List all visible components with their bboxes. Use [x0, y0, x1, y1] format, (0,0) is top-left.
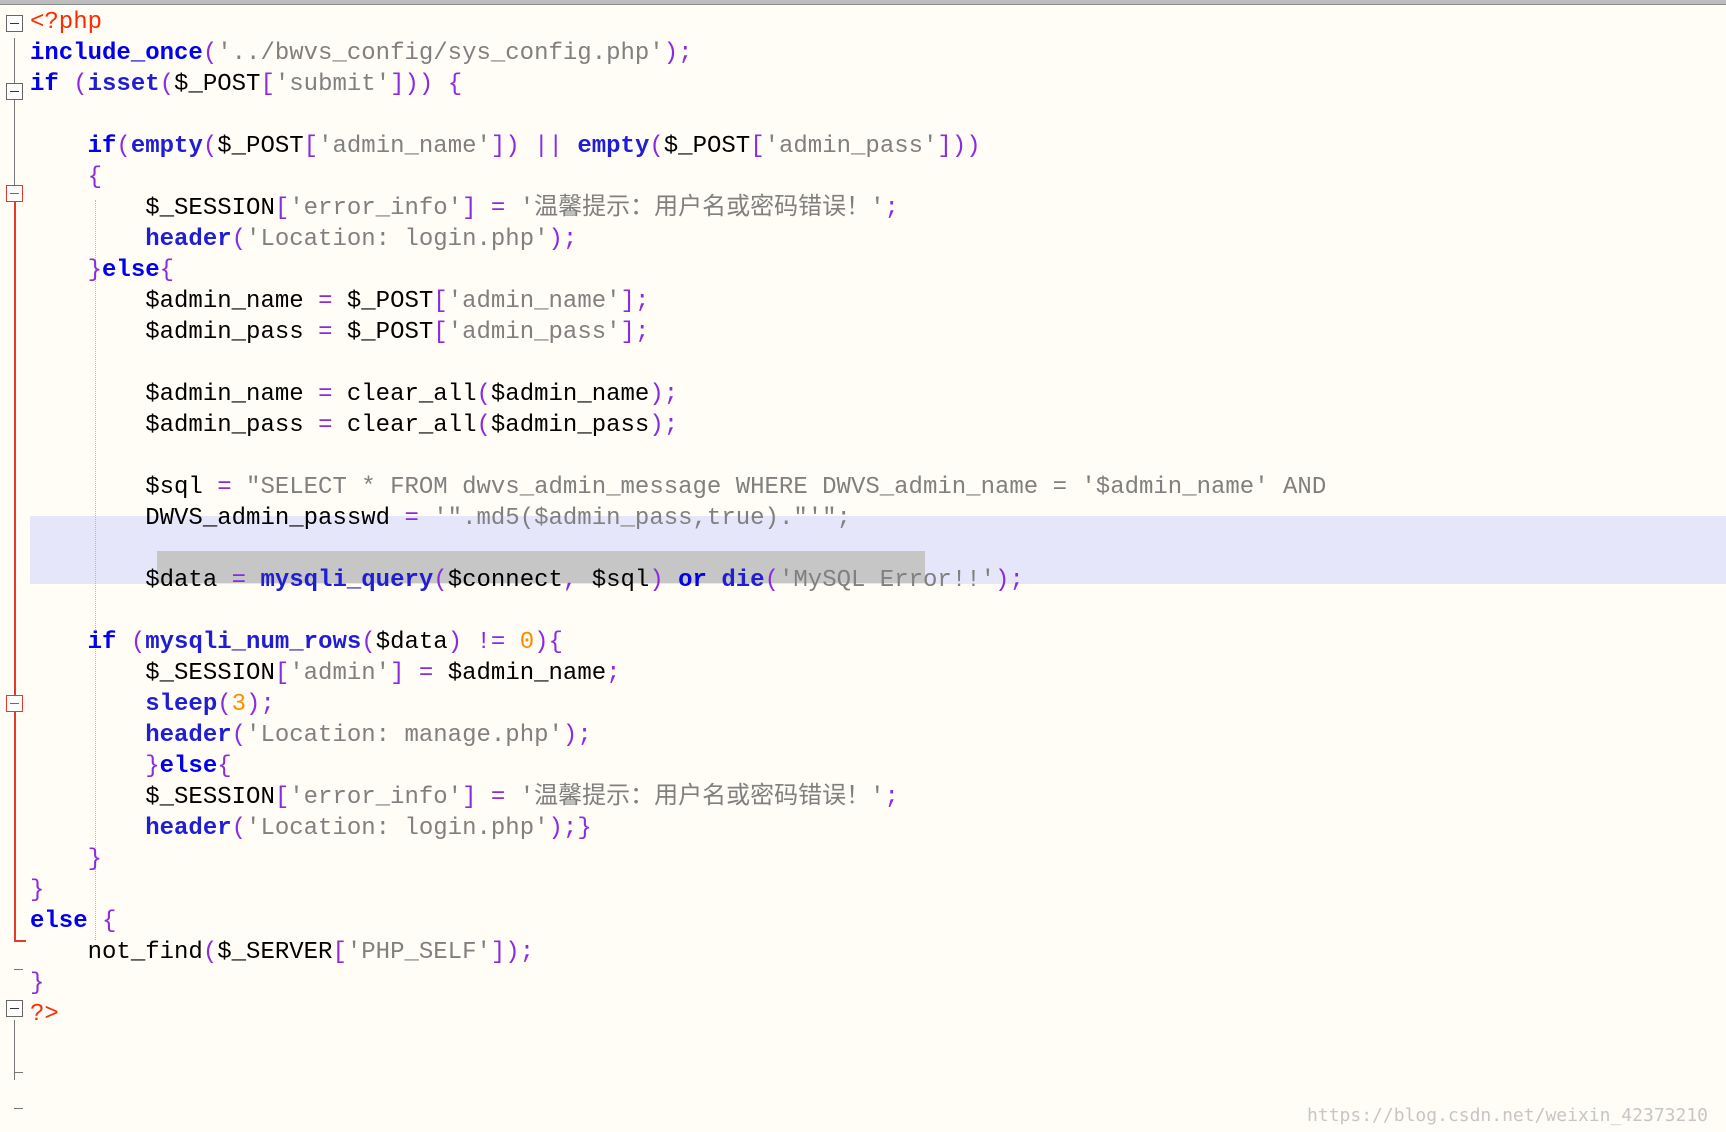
- fold-end-tick: [14, 1108, 23, 1109]
- active-fold-end: [14, 940, 26, 942]
- code-line[interactable]: $_SESSION['error_info'] = '温馨提示：用户名或密码错误…: [30, 781, 899, 815]
- fold-toggle-icon[interactable]: [6, 695, 23, 712]
- code-line[interactable]: $admin_pass = clear_all($admin_pass);: [30, 409, 678, 443]
- code-line[interactable]: $admin_name = clear_all($admin_name);: [30, 378, 678, 412]
- watermark-text: https://blog.csdn.net/weixin_42373210: [1307, 1105, 1708, 1126]
- code-line[interactable]: header('Location: login.php');}: [30, 812, 592, 846]
- fold-guide-line: [14, 1020, 15, 1080]
- code-line[interactable]: if(empty($_POST['admin_name']) || empty(…: [30, 130, 981, 164]
- fold-toggle-icon[interactable]: [6, 15, 23, 32]
- code-line[interactable]: {: [30, 161, 102, 195]
- code-line[interactable]: include_once('../bwvs_config/sys_config.…: [30, 37, 693, 71]
- editor-top-border: [0, 0, 1726, 5]
- fold-end-tick: [14, 969, 23, 970]
- code-line[interactable]: else {: [30, 905, 116, 939]
- code-line[interactable]: if (isset($_POST['submit'])) {: [30, 68, 462, 102]
- code-line[interactable]: not_find($_SERVER['PHP_SELF']);: [30, 936, 535, 970]
- code-line[interactable]: ?>: [30, 998, 59, 1032]
- code-line[interactable]: }else{: [30, 750, 231, 784]
- code-line[interactable]: sleep(3);: [30, 688, 275, 722]
- code-line[interactable]: $_SESSION['error_info'] = '温馨提示：用户名或密码错误…: [30, 192, 899, 226]
- fold-toggle-icon[interactable]: [6, 185, 23, 202]
- fold-end-tick: [14, 1072, 23, 1073]
- code-editor[interactable]: <?php include_once('../bwvs_config/sys_co…: [0, 0, 1726, 1132]
- code-line[interactable]: }: [30, 843, 102, 877]
- fold-toggle-icon[interactable]: [6, 1000, 23, 1017]
- code-line[interactable]: }else{: [30, 254, 174, 288]
- code-line[interactable]: }: [30, 967, 44, 1001]
- active-fold-bar: [14, 195, 16, 942]
- code-line[interactable]: $data = mysqli_query($connect, $sql) or …: [30, 564, 1024, 598]
- code-line[interactable]: if (mysqli_num_rows($data) != 0){: [30, 626, 563, 660]
- code-line[interactable]: header('Location: login.php');: [30, 223, 577, 257]
- code-line[interactable]: header('Location: manage.php');: [30, 719, 592, 753]
- code-line[interactable]: $sql = "SELECT * FROM dwvs_admin_message…: [30, 471, 1326, 505]
- fold-toggle-icon[interactable]: [6, 83, 23, 100]
- code-line[interactable]: $admin_name = $_POST['admin_name'];: [30, 285, 649, 319]
- code-line[interactable]: $_SESSION['admin'] = $admin_name;: [30, 657, 620, 691]
- code-line[interactable]: DWVS_admin_passwd = '".md5($admin_pass,t…: [30, 502, 851, 536]
- code-line[interactable]: }: [30, 874, 44, 908]
- code-line[interactable]: <?php: [30, 6, 102, 40]
- code-line[interactable]: $admin_pass = $_POST['admin_pass'];: [30, 316, 649, 350]
